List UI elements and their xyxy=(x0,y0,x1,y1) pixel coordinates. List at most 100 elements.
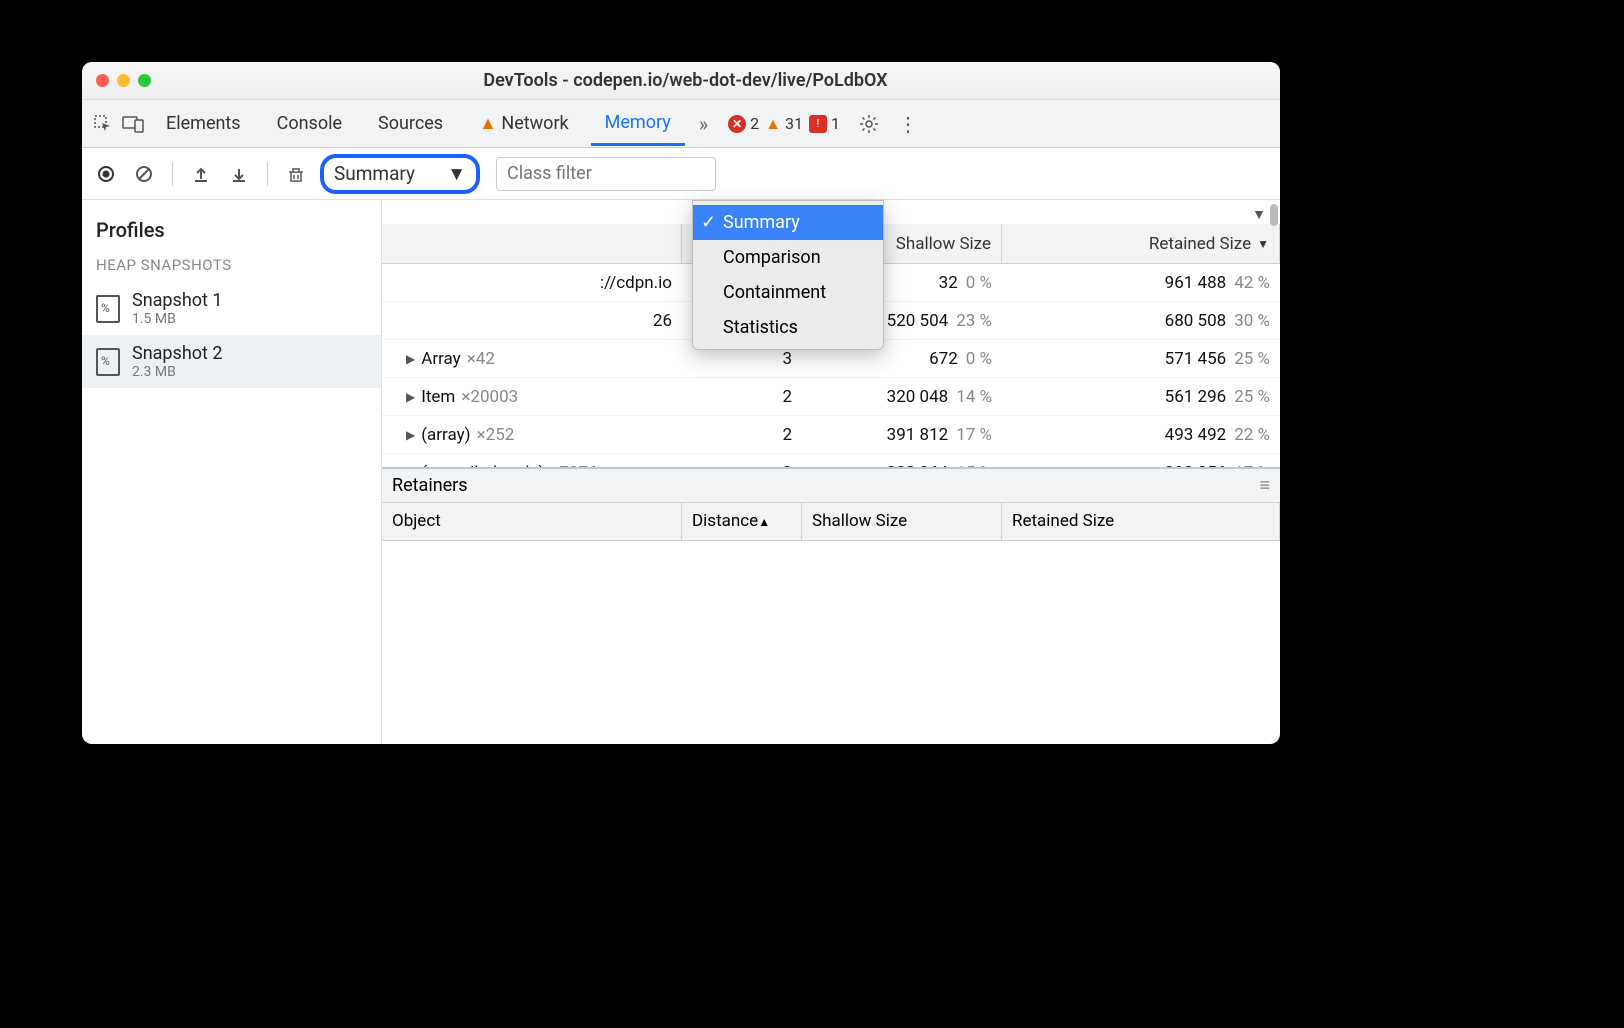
row-constructor: Array xyxy=(421,349,460,369)
gc-icon[interactable] xyxy=(282,160,310,188)
view-select-label: Summary xyxy=(334,162,415,185)
row-retained: 571 456 xyxy=(1165,349,1227,369)
row-retained-pct: 25 % xyxy=(1234,349,1270,369)
snapshot-name: Snapshot 2 xyxy=(132,343,222,364)
sort-asc-icon: ▲ xyxy=(758,515,770,529)
titlebar: DevTools - codepen.io/web-dot-dev/live/P… xyxy=(82,62,1280,100)
retainers-header: Retainers ≡ xyxy=(382,467,1280,503)
row-shallow-pct: 14 % xyxy=(956,387,992,407)
ret-col-object[interactable]: Object xyxy=(382,503,682,540)
download-icon[interactable] xyxy=(225,160,253,188)
dropdown-item-statistics[interactable]: Statistics xyxy=(693,310,883,345)
row-constructor: (array) xyxy=(421,425,470,445)
issues-badge[interactable]: !1 xyxy=(809,114,840,133)
row-distance: 2 xyxy=(782,425,792,445)
col-retained[interactable]: Retained Size▼ xyxy=(1002,224,1280,263)
record-icon[interactable] xyxy=(92,160,120,188)
snapshot-size: 2.3 MB xyxy=(132,364,222,380)
snapshot-item-2[interactable]: Snapshot 2 2.3 MB xyxy=(82,335,381,388)
expand-icon[interactable]: ▶ xyxy=(406,428,415,442)
sidebar-title: Profiles xyxy=(82,214,381,256)
row-shallow: 320 048 xyxy=(887,387,949,407)
expand-icon[interactable]: ▶ xyxy=(406,352,415,366)
row-shallow-pct: 17 % xyxy=(956,425,992,445)
snapshot-icon xyxy=(96,295,120,323)
row-retained-pct: 22 % xyxy=(1234,425,1270,445)
errors-badge[interactable]: ✕2 xyxy=(728,114,759,133)
row-constructor: Item xyxy=(421,387,455,407)
tab-console[interactable]: Console xyxy=(263,103,356,144)
snapshot-item-1[interactable]: Snapshot 1 1.5 MB xyxy=(82,282,381,335)
table-row[interactable]: ▶ Item ×20003 2 320 048 14 % 561 296 25 % xyxy=(382,378,1280,416)
row-distance: 3 xyxy=(782,349,792,369)
row-count: ×42 xyxy=(467,349,495,369)
view-dropdown: Summary Comparison Containment Statistic… xyxy=(692,200,884,350)
row-shallow: 520 504 xyxy=(887,311,949,331)
inspect-icon[interactable] xyxy=(92,113,114,135)
separator xyxy=(172,162,173,186)
row-retained: 680 508 xyxy=(1165,311,1227,331)
more-tabs-icon[interactable]: » xyxy=(693,112,714,136)
row-shallow: 672 xyxy=(929,349,958,369)
retainers-empty xyxy=(382,541,1280,744)
memory-toolbar: Summary ▼ xyxy=(82,148,1280,200)
row-retained-pct: 42 % xyxy=(1234,273,1270,293)
expand-icon[interactable]: ▶ xyxy=(406,390,415,404)
scrollbar-thumb[interactable] xyxy=(1270,204,1278,226)
tab-memory[interactable]: Memory xyxy=(591,102,685,146)
row-retained-pct: 30 % xyxy=(1234,311,1270,331)
tab-sources[interactable]: Sources xyxy=(364,103,457,144)
row-shallow-pct: 0 % xyxy=(966,349,992,369)
settings-icon[interactable] xyxy=(858,113,880,135)
row-count: ×20003 xyxy=(461,387,518,407)
table-row[interactable]: ▶ (array) ×252 2 391 812 17 % 493 492 22 % xyxy=(382,416,1280,454)
upload-icon[interactable] xyxy=(187,160,215,188)
table-row[interactable]: ▶(compiled code) ×73763333 96415 %393 25… xyxy=(382,454,1280,467)
col-constructor[interactable] xyxy=(382,224,682,263)
ret-col-distance[interactable]: Distance▲ xyxy=(682,503,802,540)
dropdown-item-comparison[interactable]: Comparison xyxy=(693,240,883,275)
sort-desc-icon: ▼ xyxy=(1257,237,1269,251)
device-toggle-icon[interactable] xyxy=(122,113,144,135)
row-shallow-pct: 0 % xyxy=(966,273,992,293)
separator xyxy=(267,162,268,186)
snapshot-icon xyxy=(96,348,120,376)
dropdown-item-summary[interactable]: Summary xyxy=(693,205,883,240)
row-distance: 2 xyxy=(782,387,792,407)
row-retained: 561 296 xyxy=(1165,387,1227,407)
dropdown-item-containment[interactable]: Containment xyxy=(693,275,883,310)
retainers-columns: Object Distance▲ Shallow Size Retained S… xyxy=(382,503,1280,541)
row-constructor: ://cdpn.io xyxy=(600,273,672,293)
profiles-sidebar: Profiles HEAP SNAPSHOTS Snapshot 1 1.5 M… xyxy=(82,200,382,744)
devtools-window: DevTools - codepen.io/web-dot-dev/live/P… xyxy=(82,62,1280,744)
status-badges: ✕2 ▲31 !1 xyxy=(728,114,840,134)
row-shallow-pct: 23 % xyxy=(956,311,992,331)
tab-network[interactable]: ▲ Network xyxy=(465,103,583,144)
snapshot-name: Snapshot 1 xyxy=(132,290,222,311)
main-area: Profiles HEAP SNAPSHOTS Snapshot 1 1.5 M… xyxy=(82,200,1280,744)
chevron-down-icon: ▼ xyxy=(447,162,466,186)
snapshot-size: 1.5 MB xyxy=(132,311,222,327)
chevron-down-icon[interactable]: ▼ xyxy=(1252,206,1266,223)
snapshot-content: ▼ Summary Comparison Containment Statist… xyxy=(382,200,1280,744)
clear-icon[interactable] xyxy=(130,160,158,188)
row-shallow: 391 812 xyxy=(887,425,949,445)
row-count: ×252 xyxy=(477,425,515,445)
hamburger-icon[interactable]: ≡ xyxy=(1259,475,1270,496)
row-shallow: 32 xyxy=(939,273,958,293)
retainers-title: Retainers xyxy=(392,475,468,496)
ret-col-shallow[interactable]: Shallow Size xyxy=(802,503,1002,540)
row-retained: 493 492 xyxy=(1165,425,1227,445)
row-constructor: 26 xyxy=(653,311,672,331)
devtools-tabbar: Elements Console Sources ▲ Network Memor… xyxy=(82,100,1280,148)
sidebar-section: HEAP SNAPSHOTS xyxy=(82,256,381,282)
row-retained: 961 488 xyxy=(1165,273,1227,293)
window-title: DevTools - codepen.io/web-dot-dev/live/P… xyxy=(105,70,1266,91)
view-select[interactable]: Summary ▼ xyxy=(320,154,480,194)
tab-elements[interactable]: Elements xyxy=(152,103,255,144)
class-filter-input[interactable] xyxy=(496,157,716,191)
row-retained-pct: 25 % xyxy=(1234,387,1270,407)
kebab-menu-icon[interactable]: ⋮ xyxy=(898,112,918,136)
ret-col-retained[interactable]: Retained Size xyxy=(1002,503,1280,540)
warnings-badge[interactable]: ▲31 xyxy=(765,114,803,134)
